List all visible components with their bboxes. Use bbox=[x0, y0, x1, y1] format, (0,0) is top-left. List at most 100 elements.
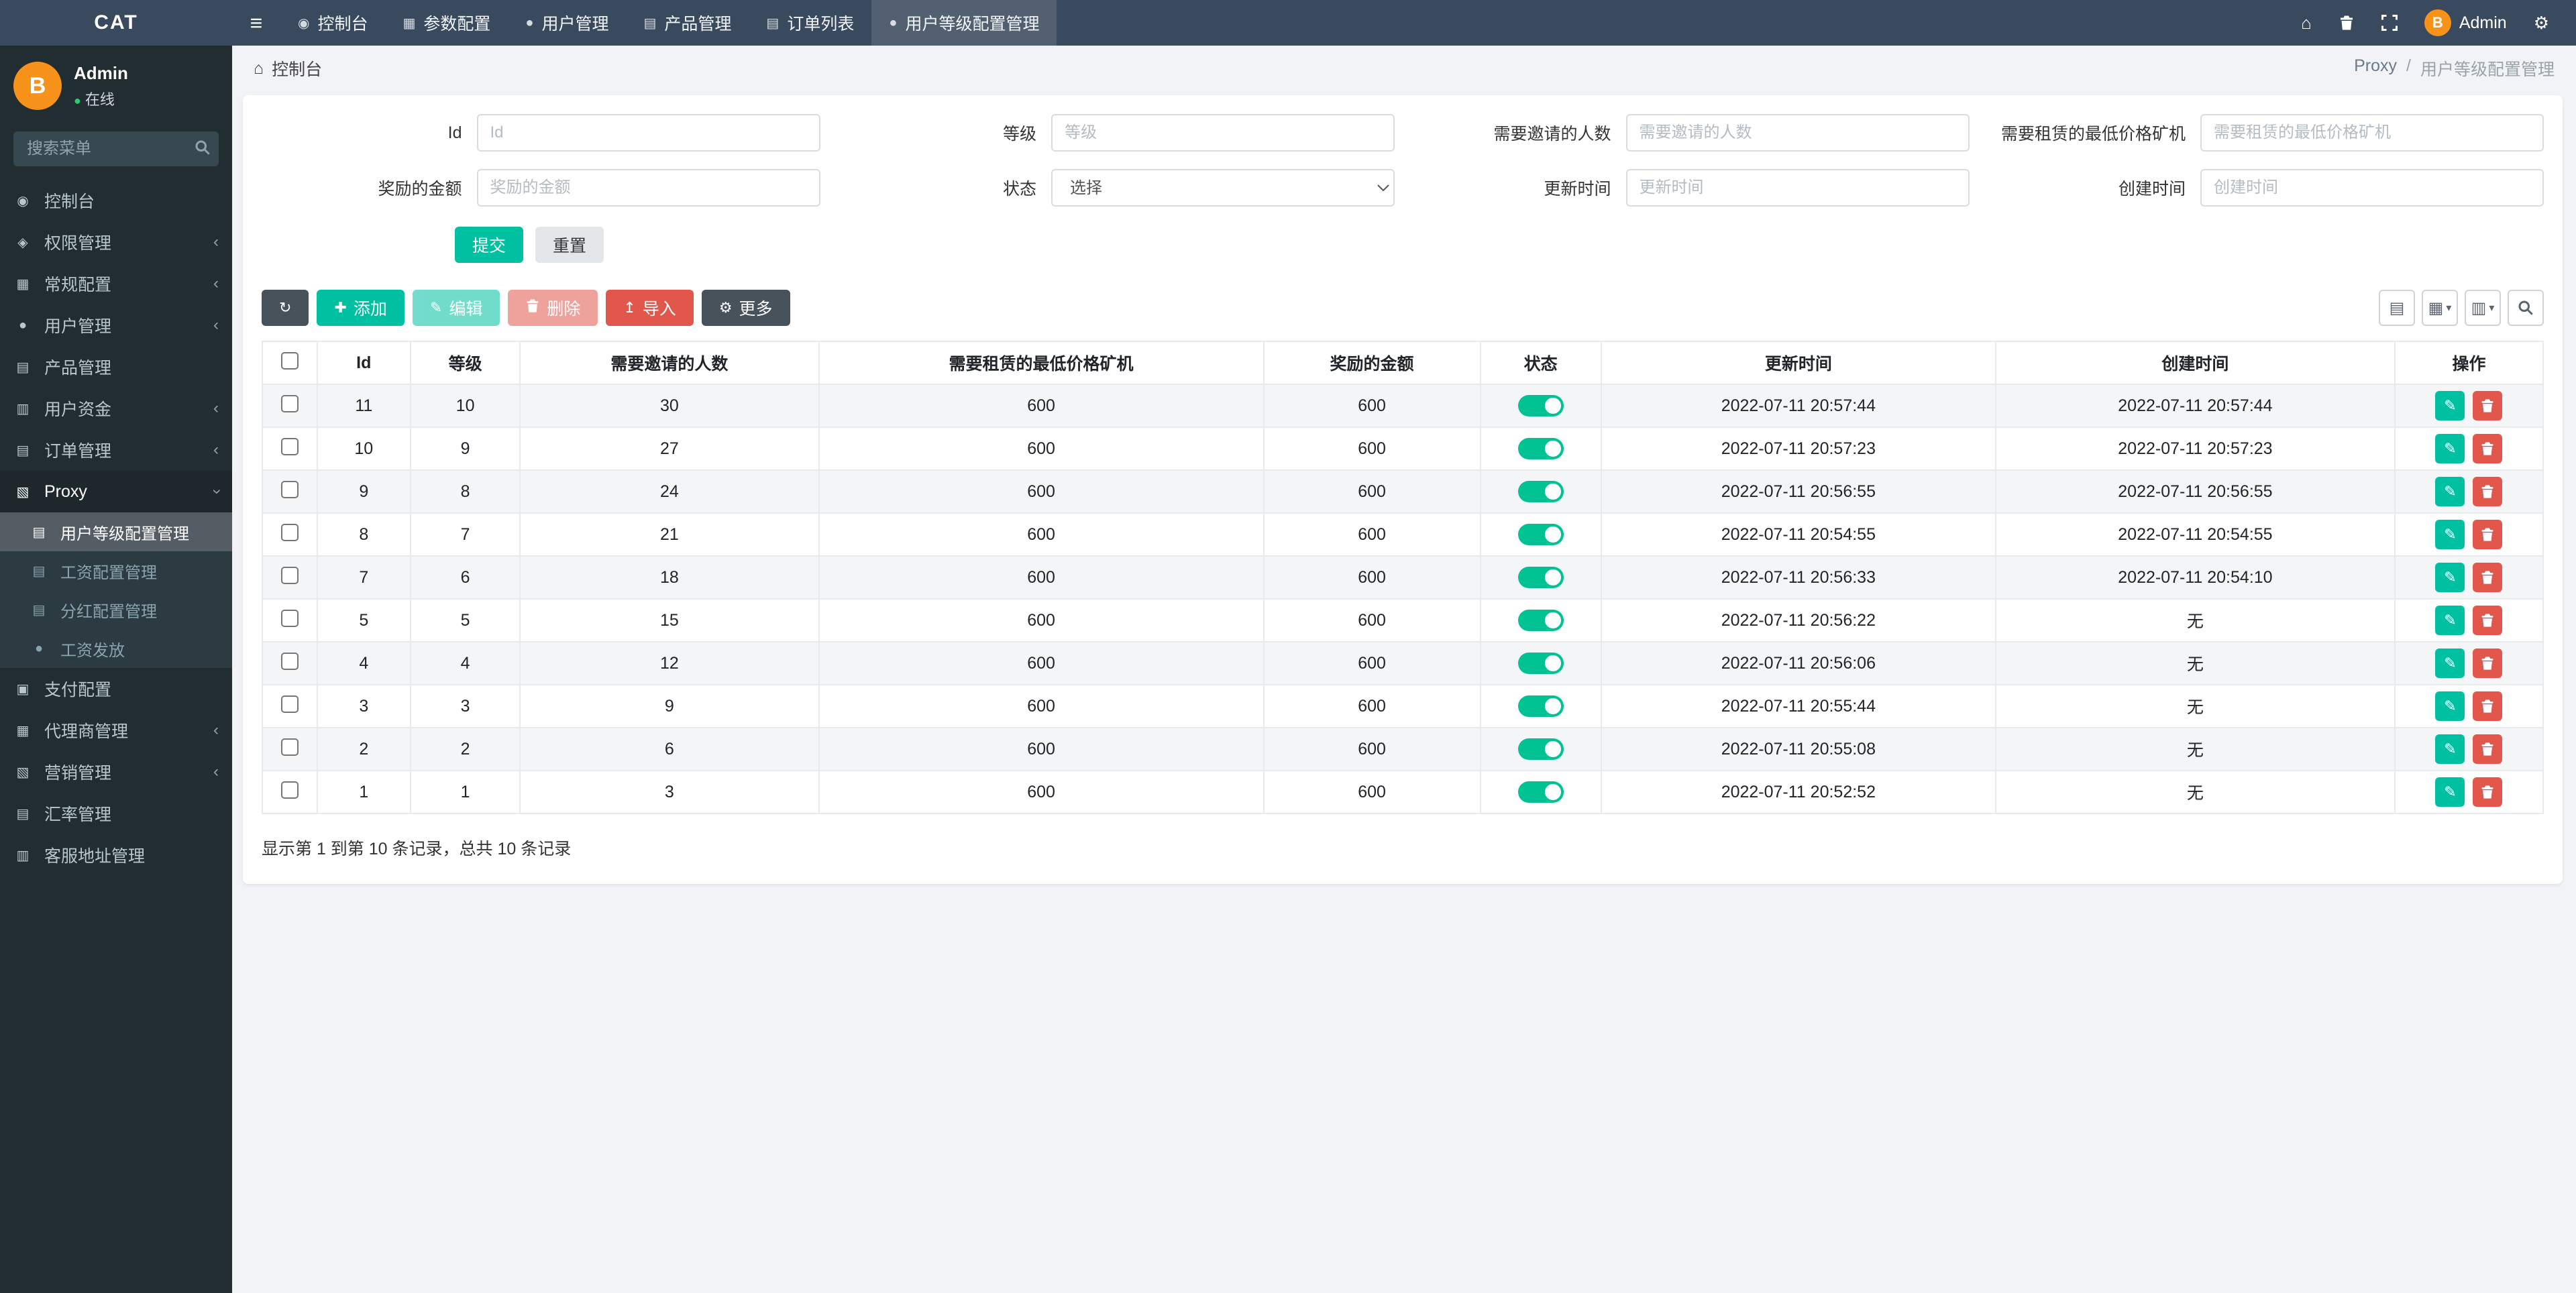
refresh-button[interactable]: ↻ bbox=[262, 290, 309, 326]
sidebar-subitem-level-config[interactable]: ▤ 用户等级配置管理 bbox=[0, 512, 232, 551]
edit-row-button[interactable]: ✎ bbox=[2435, 777, 2465, 807]
breadcrumb-home[interactable]: 控制台 bbox=[272, 56, 322, 80]
nav-item-users[interactable]: ● 用户管理 bbox=[508, 0, 626, 46]
select-all-checkbox[interactable] bbox=[280, 351, 299, 370]
sidebar-subitem-salary-payout[interactable]: ● 工资发放 bbox=[0, 629, 232, 668]
col-header-reward[interactable]: 奖励的金额 bbox=[1263, 341, 1481, 385]
edit-row-button[interactable]: ✎ bbox=[2435, 606, 2465, 635]
row-checkbox[interactable] bbox=[280, 738, 299, 756]
edit-row-button[interactable]: ✎ bbox=[2435, 520, 2465, 549]
edit-button[interactable]: ✎ 编辑 bbox=[412, 290, 500, 326]
sidebar-item-service-addr[interactable]: ▥ 客服地址管理 bbox=[0, 834, 232, 876]
add-button[interactable]: ✚ 添加 bbox=[317, 290, 405, 326]
status-toggle[interactable] bbox=[1517, 738, 1564, 760]
import-button[interactable]: ↥ 导入 bbox=[606, 290, 694, 326]
col-header-min-price[interactable]: 需要租赁的最低价格矿机 bbox=[818, 341, 1265, 385]
sidebar-item-user-mgmt[interactable]: ● 用户管理 ‹ bbox=[0, 304, 232, 346]
nav-item-level-config[interactable]: ● 用户等级配置管理 bbox=[871, 0, 1057, 46]
row-checkbox[interactable] bbox=[280, 566, 299, 584]
sidebar-item-general-config[interactable]: ▦ 常规配置 ‹ bbox=[0, 263, 232, 304]
sidebar-subitem-salary-config[interactable]: ▤ 工资配置管理 bbox=[0, 551, 232, 590]
delete-button[interactable]: 删除 bbox=[508, 290, 598, 326]
row-checkbox[interactable] bbox=[280, 781, 299, 799]
submit-button[interactable]: 提交 bbox=[455, 227, 524, 263]
sidebar-item-permissions[interactable]: ◈ 权限管理 ‹ bbox=[0, 221, 232, 263]
search-icon[interactable] bbox=[195, 139, 211, 160]
status-select[interactable]: 选择 bbox=[1051, 169, 1395, 207]
row-checkbox[interactable] bbox=[280, 652, 299, 670]
updated-time-input[interactable] bbox=[1625, 169, 1970, 207]
nav-item-orders[interactable]: ▤ 订单列表 bbox=[749, 0, 871, 46]
edit-row-button[interactable]: ✎ bbox=[2435, 649, 2465, 678]
row-checkbox[interactable] bbox=[280, 394, 299, 412]
nav-item-params[interactable]: ▦ 参数配置 bbox=[385, 0, 508, 46]
row-checkbox[interactable] bbox=[280, 437, 299, 455]
status-toggle[interactable] bbox=[1517, 481, 1564, 502]
grid-view-button[interactable]: ▦ ▾ bbox=[2422, 290, 2458, 326]
fullscreen-icon[interactable] bbox=[2368, 0, 2411, 46]
row-checkbox[interactable] bbox=[280, 609, 299, 627]
min-price-input[interactable] bbox=[2200, 114, 2544, 152]
status-toggle[interactable] bbox=[1517, 438, 1564, 459]
sidebar-item-rate-mgmt[interactable]: ▤ 汇率管理 bbox=[0, 793, 232, 834]
sidebar-item-console[interactable]: ◉ 控制台 bbox=[0, 180, 232, 221]
delete-row-button[interactable] bbox=[2473, 691, 2503, 721]
row-checkbox[interactable] bbox=[280, 523, 299, 541]
delete-row-button[interactable] bbox=[2473, 649, 2503, 678]
home-icon[interactable]: ⌂ bbox=[2288, 0, 2325, 46]
row-checkbox[interactable] bbox=[280, 695, 299, 713]
col-header-invites[interactable]: 需要邀请的人数 bbox=[519, 341, 820, 385]
id-input[interactable] bbox=[476, 114, 820, 152]
col-header-actions[interactable]: 操作 bbox=[2394, 341, 2544, 385]
delete-row-button[interactable] bbox=[2473, 434, 2503, 463]
sidebar-item-marketing-mgmt[interactable]: ▧ 营销管理 ‹ bbox=[0, 751, 232, 793]
sidebar-item-payment-config[interactable]: ▣ 支付配置 bbox=[0, 668, 232, 710]
columns-button[interactable]: ▥ ▾ bbox=[2465, 290, 2501, 326]
nav-item-products[interactable]: ▤ 产品管理 bbox=[627, 0, 749, 46]
user-menu[interactable]: B Admin bbox=[2411, 9, 2520, 36]
row-checkbox[interactable] bbox=[280, 480, 299, 498]
delete-row-button[interactable] bbox=[2473, 777, 2503, 807]
hamburger-menu-icon[interactable]: ≡ bbox=[232, 0, 280, 46]
sidebar-item-agent-mgmt[interactable]: ▦ 代理商管理 ‹ bbox=[0, 710, 232, 751]
status-toggle[interactable] bbox=[1517, 395, 1564, 416]
col-header-status[interactable]: 状态 bbox=[1479, 341, 1602, 385]
delete-row-button[interactable] bbox=[2473, 734, 2503, 764]
edit-row-button[interactable]: ✎ bbox=[2435, 434, 2465, 463]
delete-row-button[interactable] bbox=[2473, 606, 2503, 635]
edit-row-button[interactable]: ✎ bbox=[2435, 391, 2465, 420]
sidebar-search-input[interactable] bbox=[13, 131, 219, 166]
invites-input[interactable] bbox=[1625, 114, 1970, 152]
status-toggle[interactable] bbox=[1517, 653, 1564, 674]
edit-row-button[interactable]: ✎ bbox=[2435, 691, 2465, 721]
search-toggle-button[interactable] bbox=[2508, 290, 2544, 326]
created-time-input[interactable] bbox=[2200, 169, 2544, 207]
delete-row-button[interactable] bbox=[2473, 391, 2503, 420]
status-toggle[interactable] bbox=[1517, 695, 1564, 717]
status-toggle[interactable] bbox=[1517, 524, 1564, 545]
delete-row-button[interactable] bbox=[2473, 563, 2503, 592]
reward-input[interactable] bbox=[476, 169, 820, 207]
detail-view-button[interactable]: ▤ bbox=[2379, 290, 2415, 326]
edit-row-button[interactable]: ✎ bbox=[2435, 477, 2465, 506]
status-toggle[interactable] bbox=[1517, 781, 1564, 803]
delete-row-button[interactable] bbox=[2473, 520, 2503, 549]
edit-row-button[interactable]: ✎ bbox=[2435, 734, 2465, 764]
sidebar-item-order-mgmt[interactable]: ▤ 订单管理 ‹ bbox=[0, 429, 232, 471]
col-header-id[interactable]: Id bbox=[316, 341, 411, 385]
breadcrumb-section[interactable]: Proxy bbox=[2354, 56, 2397, 80]
settings-gear-icon[interactable]: ⚙ bbox=[2520, 0, 2563, 46]
more-button[interactable]: ⚙ 更多 bbox=[701, 290, 790, 326]
sidebar-item-user-funds[interactable]: ▥ 用户资金 ‹ bbox=[0, 388, 232, 429]
sidebar-item-product-mgmt[interactable]: ▤ 产品管理 bbox=[0, 346, 232, 388]
delete-row-button[interactable] bbox=[2473, 477, 2503, 506]
level-input[interactable] bbox=[1051, 114, 1395, 152]
trash-icon[interactable] bbox=[2325, 0, 2368, 46]
nav-item-console[interactable]: ◉ 控制台 bbox=[280, 0, 385, 46]
col-header-level[interactable]: 等级 bbox=[409, 341, 521, 385]
col-header-created[interactable]: 创建时间 bbox=[1994, 341, 2396, 385]
status-toggle[interactable] bbox=[1517, 567, 1564, 588]
status-toggle[interactable] bbox=[1517, 610, 1564, 631]
sidebar-item-proxy[interactable]: ▧ Proxy ‹ bbox=[0, 471, 232, 512]
reset-button[interactable]: 重置 bbox=[535, 227, 604, 263]
